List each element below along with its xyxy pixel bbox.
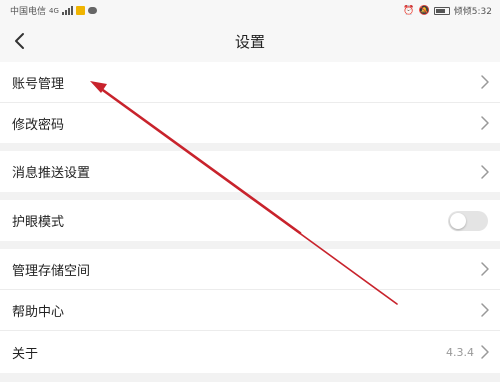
settings-item-about[interactable]: 关于 4.3.4 xyxy=(0,331,500,373)
nav-bar: 设置 xyxy=(0,20,500,62)
version-number: 4.3.4 xyxy=(446,345,474,359)
settings-item-storage[interactable]: 管理存储空间 xyxy=(0,249,500,289)
page-title: 设置 xyxy=(234,33,265,51)
carrier-name: 中国电信 xyxy=(10,7,47,17)
mute-icon: 🔕 xyxy=(418,5,430,16)
battery-icon xyxy=(433,6,450,15)
chevron-right-icon xyxy=(481,345,489,359)
settings-item-eye-mode: 护眼模式 xyxy=(0,200,500,241)
chevron-right-icon xyxy=(481,116,489,130)
status-time: 倾倾5:32 xyxy=(453,7,492,17)
settings-item-label: 账号管理 xyxy=(12,76,65,92)
network-type: 4G xyxy=(49,6,59,15)
settings-item-label: 修改密码 xyxy=(12,117,65,133)
chevron-right-icon xyxy=(481,75,489,89)
chat-icon xyxy=(87,7,97,14)
settings-item-label: 消息推送设置 xyxy=(12,166,91,181)
status-left: 中国电信 4G xyxy=(10,4,97,17)
settings-item-label: 关于 xyxy=(12,346,39,362)
settings-item-password[interactable]: 修改密码 xyxy=(0,103,500,143)
notification-icon xyxy=(75,6,85,15)
status-right: ⏰ 🔕 倾倾5:32 xyxy=(403,4,492,18)
signal-icon xyxy=(61,6,73,15)
settings-item-push[interactable]: 消息推送设置 xyxy=(0,151,500,192)
toggle-knob xyxy=(450,212,466,229)
eye-mode-toggle[interactable] xyxy=(448,210,488,231)
chevron-right-icon xyxy=(481,262,489,276)
alarm-icon: ⏰ xyxy=(403,5,415,16)
chevron-right-icon xyxy=(481,164,489,179)
settings-item-help[interactable]: 帮助中心 xyxy=(0,290,500,330)
settings-item-label: 管理存储空间 xyxy=(12,263,91,279)
status-bar: 中国电信 4G ⏰ 🔕 倾倾5:32 xyxy=(0,0,500,20)
settings-item-account[interactable]: 账号管理 xyxy=(0,62,500,102)
chevron-right-icon xyxy=(481,303,489,317)
settings-item-label: 帮助中心 xyxy=(12,304,65,320)
settings-item-label: 护眼模式 xyxy=(12,215,65,230)
